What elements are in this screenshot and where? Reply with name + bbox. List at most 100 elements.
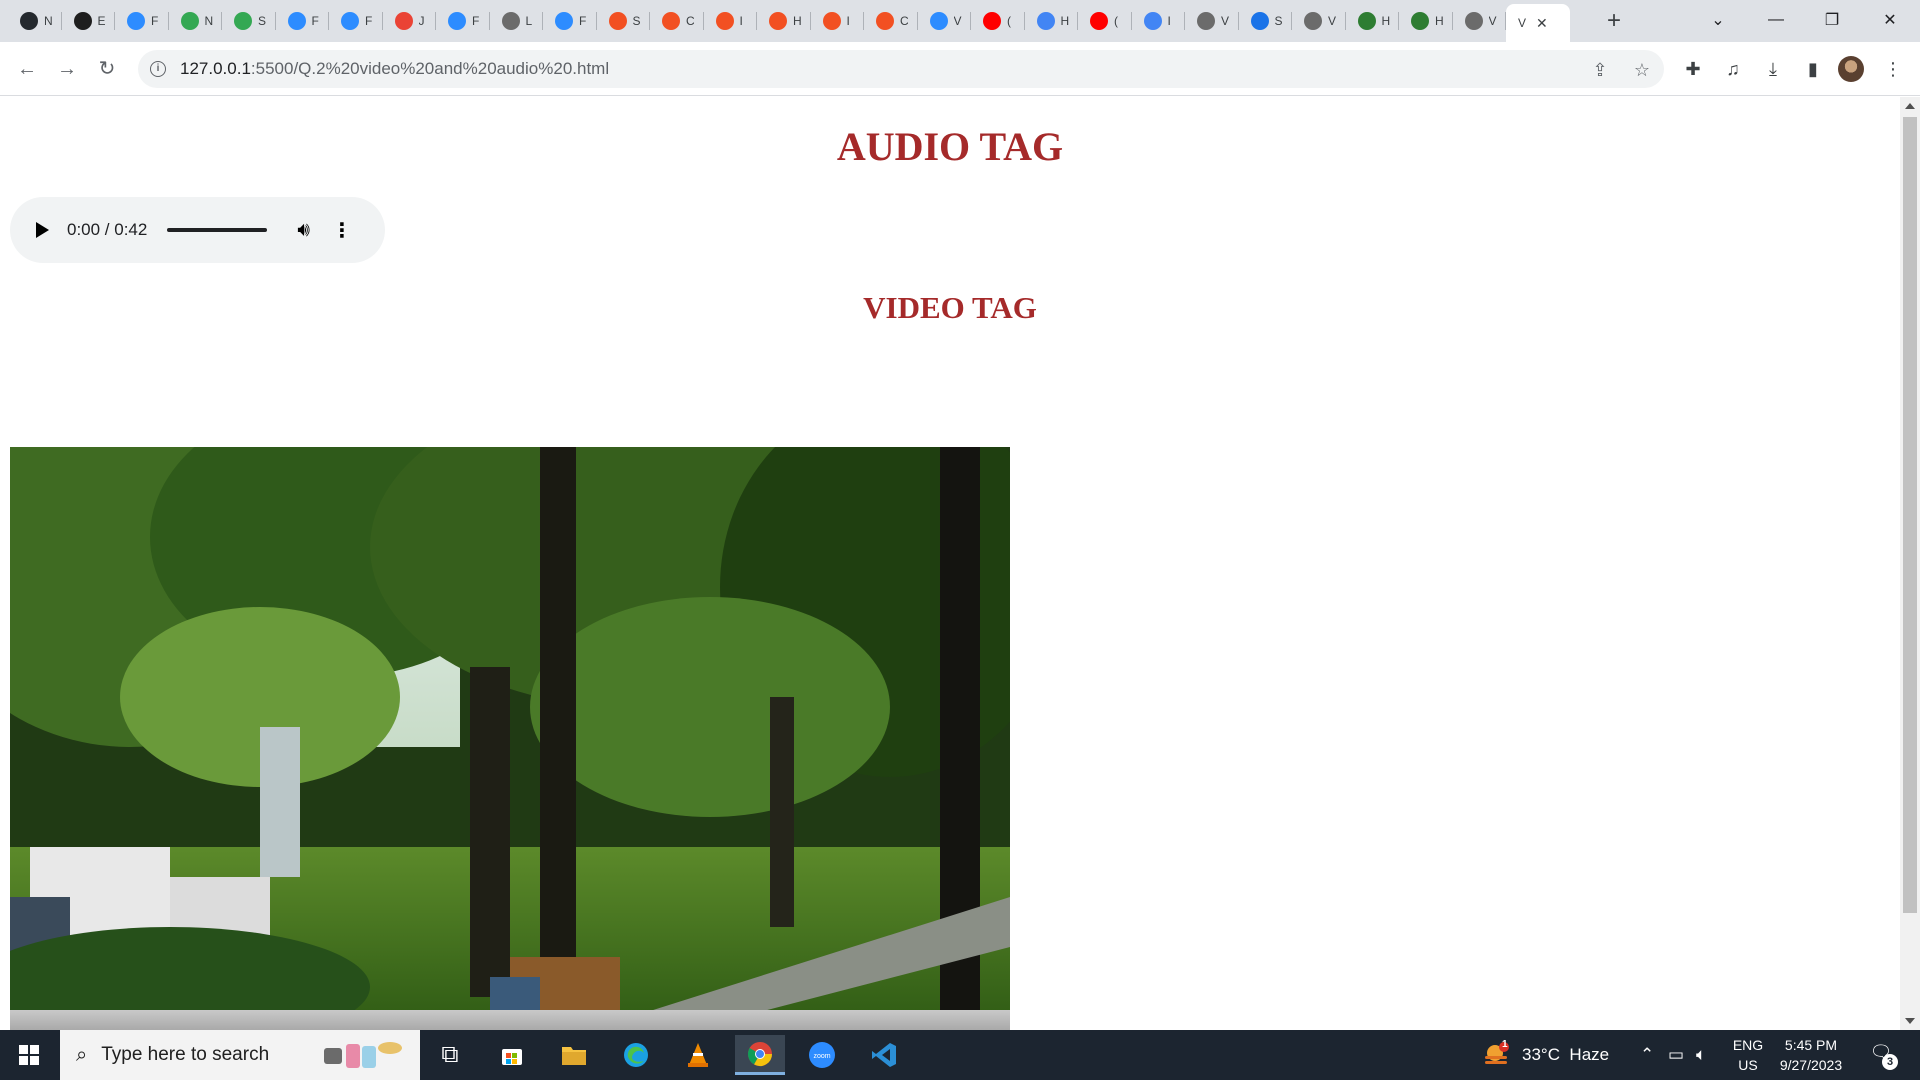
download-icon[interactable]: ⤓ [1760,56,1786,82]
side-panel-icon[interactable]: ▮ [1800,56,1826,82]
scroll-up-icon[interactable] [1905,103,1915,109]
reload-icon[interactable]: ↻ [92,54,122,84]
google-icon [1143,12,1162,30]
minimize-button[interactable]: — [1748,0,1804,40]
language-code: ENG [1732,1037,1764,1053]
weather-text: 33°C Haze [1522,1045,1610,1064]
globe-icon [501,12,520,30]
browser-tab[interactable]: S [597,6,651,36]
browser-tab[interactable]: N [169,6,223,36]
browser-tab[interactable]: ( [1078,6,1132,36]
browser-tab[interactable]: S [1239,6,1293,36]
browser-tab[interactable]: F [329,6,383,36]
browser-tab[interactable]: I [1132,6,1186,36]
taskbar-search[interactable]: ⌕ Type here to search [60,1030,420,1080]
url-text[interactable]: 127.0.0.1:5500/Q.2%20video%20and%20audio… [180,59,609,79]
tab-title: E [97,14,106,28]
menu-dots-icon[interactable]: ⋮ [1880,56,1906,82]
browser-tab[interactable]: F [543,6,597,36]
search-icon: ⌕ [76,1043,88,1066]
browser-tab[interactable]: H [1025,6,1079,36]
share-icon[interactable]: ⇪ [1590,60,1610,80]
forward-icon[interactable]: → [52,54,82,84]
tab-title: J [418,14,425,28]
language-indicator[interactable]: ENG US [1730,1035,1766,1075]
browser-tab[interactable]: I [704,6,758,36]
extensions-icon[interactable]: ✚ [1680,56,1706,82]
scroll-thumb[interactable] [1903,117,1917,913]
gmail-icon [394,12,413,30]
edge-icon[interactable] [611,1035,661,1075]
tab-title: H [1435,14,1443,28]
microsoft-icon [715,12,734,30]
video-controls-bar[interactable] [10,1010,1010,1030]
bookmark-star-icon[interactable]: ☆ [1632,60,1652,80]
vlc-icon[interactable] [673,1035,723,1075]
browser-tab[interactable]: S [222,6,276,36]
keyboard-layout: US [1738,1057,1758,1073]
start-button[interactable] [0,1030,58,1080]
browser-tab[interactable]: C [650,6,704,36]
active-browser-tab[interactable]: V ✕ [1506,4,1570,42]
vscode-icon[interactable] [859,1035,909,1075]
browser-tab[interactable]: C [864,6,918,36]
browser-tab[interactable]: I [811,6,865,36]
weather-widget[interactable]: 1 33°C Haze [1482,1030,1609,1080]
scroll-down-icon[interactable] [1905,1018,1915,1024]
chrome-icon[interactable] [735,1035,785,1075]
browser-tab[interactable]: F [276,6,330,36]
tab-title: L [525,14,533,28]
close-tab-icon[interactable]: ✕ [1536,15,1548,32]
more-options-icon[interactable]: ⋮ [332,218,352,243]
browser-tab[interactable]: H [1399,6,1453,36]
notification-icon[interactable]: 🗨︎ 3 [1868,1042,1898,1070]
tab-title: I [739,14,743,28]
search-placeholder: Type here to search [101,1044,270,1065]
microsoft-icon [608,12,627,30]
battery-icon[interactable]: ▭ [1668,1030,1684,1080]
clock[interactable]: 5:45 PM 9/27/2023 [1766,1035,1856,1075]
address-bar[interactable]: i 127.0.0.1:5500/Q.2%20video%20and%20aud… [138,50,1664,88]
browser-tab[interactable]: F [115,6,169,36]
zoom-icon [448,12,466,30]
show-hidden-icons-icon[interactable]: ⌃ [1640,1030,1654,1080]
browser-tab[interactable]: E [62,6,116,36]
video-player[interactable] [10,447,1010,1030]
tab-title: C [686,14,694,28]
play-icon[interactable] [36,222,49,238]
browser-tab[interactable]: V [1185,6,1239,36]
url-path: :5500/Q.2%20video%20and%20audio%20.html [250,59,610,78]
zoom-app-icon[interactable]: zoom [797,1035,847,1075]
page-scrollbar[interactable] [1900,97,1920,1030]
browser-tab[interactable]: H [1346,6,1400,36]
tab-search-button[interactable]: ⌄ [1690,0,1746,40]
restore-button[interactable]: ❐ [1804,0,1860,40]
browser-tab[interactable]: V [918,6,972,36]
browser-tab[interactable]: L [490,6,544,36]
taskbar: ⌕ Type here to search ⧉ zoom 1 33°C Haze… [0,1030,1920,1080]
back-icon[interactable]: ← [12,54,42,84]
microsoft-store-icon[interactable] [487,1035,537,1075]
notification-count: 3 [1882,1054,1898,1070]
browser-tab[interactable]: N [8,6,62,36]
browser-tab[interactable]: V [1292,6,1346,36]
task-view-icon[interactable]: ⧉ [425,1035,475,1075]
profile-avatar[interactable] [1838,56,1864,82]
audio-seek-bar[interactable] [167,228,268,232]
clock-time: 5:45 PM [1784,1037,1838,1053]
media-control-icon[interactable]: ♫ [1720,56,1746,82]
file-explorer-icon[interactable] [549,1035,599,1075]
audio-player[interactable]: 0:00 / 0:42 🔊︎ ⋮ [10,197,385,263]
speaker-icon[interactable]: 🔈︎ [1696,1030,1706,1080]
volume-icon[interactable]: 🔊︎ [297,219,310,242]
browser-tab[interactable]: F [436,6,490,36]
tab-title: ( [1114,14,1118,28]
page-content: AUDIO TAG 0:00 / 0:42 🔊︎ ⋮ VIDEO TAG [0,97,1900,1030]
browser-tab[interactable]: V [1453,6,1507,36]
new-tab-button[interactable]: + [1600,8,1628,36]
browser-tab[interactable]: J [383,6,437,36]
site-info-icon[interactable]: i [150,61,166,77]
close-window-button[interactable]: ✕ [1862,0,1918,40]
browser-tab[interactable]: H [757,6,811,36]
browser-tab[interactable]: ( [971,6,1025,36]
